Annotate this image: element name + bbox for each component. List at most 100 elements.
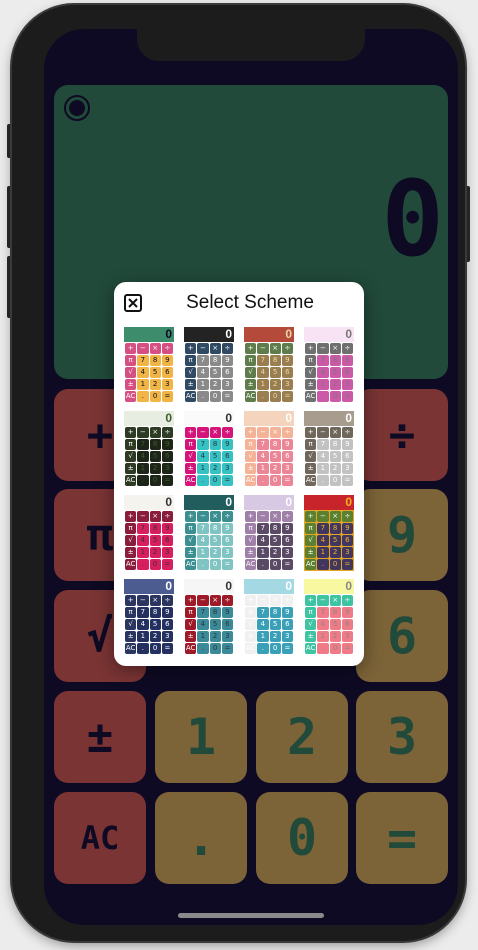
- thumbnail-key: 4: [137, 367, 149, 378]
- scheme-thumbnail[interactable]: 0 + − × ÷ π 7 8 9 √ 4 5 6 ±1 2 3 AC. 0 =: [304, 411, 354, 487]
- thumbnail-key: ±: [305, 379, 317, 390]
- thumbnail-key: 5: [209, 619, 221, 630]
- scheme-thumbnail[interactable]: 0 + − × ÷ π 7 8 9 √ 4 5 6 ±1 2 3 AC. 0 =: [184, 327, 234, 403]
- thumbnail-key: ×: [149, 427, 161, 438]
- thumbnail-key: ÷: [281, 427, 293, 438]
- thumbnail-key: 3: [221, 631, 233, 642]
- thumbnail-key: 0: [329, 643, 341, 654]
- thumbnail-key: 9: [281, 439, 293, 450]
- scheme-thumbnail[interactable]: 0 + − × ÷ π 7 8 9 √ 4 5 6 ±1 2 3 AC. 0 =: [304, 495, 354, 571]
- thumbnail-keypad: + − × ÷ π 7 8 9 √ 4 5 6 ±1 2 3 AC. 0 =: [185, 595, 233, 654]
- thumbnail-key: 1: [257, 379, 269, 390]
- thumbnail-key: .: [317, 391, 329, 402]
- thumbnail-key: =: [221, 643, 233, 654]
- thumbnail-key: 5: [329, 619, 341, 630]
- key-decimal[interactable]: .: [155, 792, 247, 884]
- thumbnail-key: −: [197, 427, 209, 438]
- thumbnail-key: ÷: [161, 343, 173, 354]
- thumbnail-key: √: [125, 451, 137, 462]
- thumbnail-key: √: [125, 619, 137, 630]
- key-six[interactable]: 6: [356, 590, 448, 682]
- thumbnail-key: ÷: [161, 427, 173, 438]
- scheme-thumbnail[interactable]: 0 + − × ÷ π 7 8 9 √ 4 5 6 ±1 2 3 AC. 0 =: [184, 411, 234, 487]
- scheme-thumbnail[interactable]: 0 + − × ÷ π 7 8 9 √ 4 5 6 ±1 2 3 AC. 0 =: [184, 495, 234, 571]
- key-zero[interactable]: 0: [256, 792, 348, 884]
- thumbnail-key: √: [305, 619, 317, 630]
- thumbnail-key: 7: [137, 523, 149, 534]
- thumbnail-key: 2: [269, 379, 281, 390]
- thumbnail-key: 4: [317, 367, 329, 378]
- thumbnail-key: 7: [257, 355, 269, 366]
- key-plus-minus[interactable]: ±: [54, 691, 146, 783]
- thumbnail-key: 7: [137, 355, 149, 366]
- thumbnail-key: AC: [305, 391, 317, 402]
- thumbnail-key: 8: [149, 439, 161, 450]
- thumbnail-key: 4: [137, 535, 149, 546]
- thumbnail-display: 0: [244, 411, 294, 426]
- thumbnail-key: .: [317, 475, 329, 486]
- scheme-thumbnail[interactable]: 0 + − × ÷ π 7 8 9 √ 4 5 6 ±1 2 3 AC. 0 =: [124, 327, 174, 403]
- thumbnail-key: 2: [149, 631, 161, 642]
- thumbnail-key: ×: [269, 511, 281, 522]
- key-nine[interactable]: 9: [356, 489, 448, 581]
- key-all-clear[interactable]: AC: [54, 792, 146, 884]
- thumbnail-key: √: [185, 451, 197, 462]
- key-two[interactable]: 2: [256, 691, 348, 783]
- thumbnail-key: π: [245, 439, 257, 450]
- key-equals[interactable]: =: [356, 792, 448, 884]
- thumbnail-key: √: [245, 451, 257, 462]
- thumbnail-key: 2: [329, 547, 341, 558]
- thumbnail-key: ×: [209, 595, 221, 606]
- thumbnail-key: 4: [257, 535, 269, 546]
- thumbnail-key: 5: [269, 451, 281, 462]
- thumbnail-key: 1: [257, 547, 269, 558]
- thumbnail-key: 9: [161, 607, 173, 618]
- thumbnail-key: 0: [329, 559, 341, 570]
- scheme-thumbnail[interactable]: 0 + − × ÷ π 7 8 9 √ 4 5 6 ±1 2 3 AC. 0 =: [244, 411, 294, 487]
- thumbnail-key: √: [305, 535, 317, 546]
- thumbnail-key: ÷: [341, 511, 353, 522]
- thumbnail-key: .: [317, 559, 329, 570]
- thumbnail-key: −: [317, 511, 329, 522]
- thumbnail-key: ±: [185, 547, 197, 558]
- thumbnail-key: ±: [245, 547, 257, 558]
- scheme-thumbnail[interactable]: 0 + − × ÷ π 7 8 9 √ 4 5 6 ±1 2 3 AC. 0 =: [244, 579, 294, 655]
- scheme-thumbnail[interactable]: 0 + − × ÷ π 7 8 9 √ 4 5 6 ±1 2 3 AC. 0 =: [184, 579, 234, 655]
- thumbnail-key: =: [281, 475, 293, 486]
- scheme-thumbnail[interactable]: 0 + − × ÷ π 7 8 9 √ 4 5 6 ±1 2 3 AC. 0 =: [244, 327, 294, 403]
- thumbnail-key: +: [305, 427, 317, 438]
- thumbnail-key: 2: [209, 379, 221, 390]
- thumbnail-key: =: [281, 559, 293, 570]
- thumbnail-key: 9: [221, 439, 233, 450]
- scheme-thumbnail[interactable]: 0 + − × ÷ π 7 8 9 √ 4 5 6 ±1 2 3 AC. 0 =: [244, 495, 294, 571]
- thumbnail-display: 0: [304, 411, 354, 426]
- thumbnail-key: AC: [125, 559, 137, 570]
- thumbnail-keypad: + − × ÷ π 7 8 9 √ 4 5 6 ±1 2 3 AC. 0 =: [125, 427, 173, 486]
- scheme-thumbnail[interactable]: 0 + − × ÷ π 7 8 9 √ 4 5 6 ±1 2 3 AC. 0 =: [304, 327, 354, 403]
- scheme-thumbnail[interactable]: 0 + − × ÷ π 7 8 9 √ 4 5 6 ±1 2 3 AC. 0 =: [124, 579, 174, 655]
- thumbnail-key: 8: [209, 523, 221, 534]
- thumbnail-display: 0: [124, 579, 174, 594]
- thumbnail-key: 4: [317, 451, 329, 462]
- thumbnail-key: ÷: [281, 511, 293, 522]
- thumbnail-key: 7: [137, 439, 149, 450]
- key-divide[interactable]: ÷: [356, 389, 448, 481]
- scheme-thumbnail[interactable]: 0 + − × ÷ π 7 8 9 √ 4 5 6 ±1 2 3 AC. 0 =: [124, 411, 174, 487]
- key-three[interactable]: 3: [356, 691, 448, 783]
- thumbnail-key: 6: [341, 451, 353, 462]
- thumbnail-key: π: [305, 355, 317, 366]
- thumbnail-key: 6: [341, 619, 353, 630]
- scheme-thumbnail[interactable]: 0 + − × ÷ π 7 8 9 √ 4 5 6 ±1 2 3 AC. 0 =: [124, 495, 174, 571]
- thumbnail-key: 3: [281, 631, 293, 642]
- thumbnail-keypad: + − × ÷ π 7 8 9 √ 4 5 6 ±1 2 3 AC. 0 =: [305, 595, 353, 654]
- thumbnail-key: 8: [149, 523, 161, 534]
- scheme-toggle-button[interactable]: [64, 95, 90, 121]
- thumbnail-key: 2: [149, 547, 161, 558]
- scheme-thumbnail[interactable]: 0 + − × ÷ π 7 8 9 √ 4 5 6 ±1 2 3 AC. 0 =: [304, 579, 354, 655]
- thumbnail-key: 8: [209, 439, 221, 450]
- thumbnail-key: √: [245, 619, 257, 630]
- key-one[interactable]: 1: [155, 691, 247, 783]
- thumbnail-key: 2: [329, 379, 341, 390]
- thumbnail-key: ÷: [281, 595, 293, 606]
- thumbnail-key: 2: [209, 631, 221, 642]
